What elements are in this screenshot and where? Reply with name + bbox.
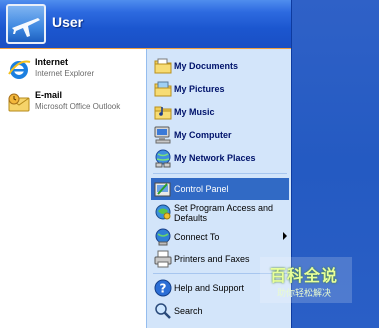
menu-item-label: Control Panel [174,184,229,194]
watermark-title: 百科全说 [270,268,339,285]
folder-pictures-icon [153,79,173,99]
airplane-icon [12,18,40,37]
pinned-programs-pane: Internet Internet Explorer E-mail Micros… [0,49,146,328]
folder-music-icon [153,102,173,122]
computer-icon [153,125,173,145]
svg-text:?: ? [160,282,167,296]
submenu-arrow-icon [283,232,287,240]
pinned-item-internet[interactable]: Internet Internet Explorer [4,55,144,85]
user-name: User [52,14,84,30]
menu-item-label: My Network Places [174,153,256,163]
pinned-item-email[interactable]: E-mail Microsoft Office Outlook [4,88,144,118]
program-access-icon [153,202,173,222]
pinned-item-title: E-mail [35,90,63,100]
connect-to-icon [153,227,173,247]
printer-icon [153,249,173,269]
internet-explorer-icon [6,57,32,83]
menu-item-search[interactable]: Search [151,300,289,322]
menu-item-my-computer[interactable]: My Computer [151,124,289,146]
pinned-item-subtitle: Microsoft Office Outlook [35,102,121,111]
menu-item-my-network-places[interactable]: My Network Places [151,147,289,169]
menu-item-my-music[interactable]: My Music [151,101,289,123]
pinned-item-title: Internet [35,57,69,67]
control-panel-icon [153,179,173,199]
menu-separator [153,173,287,174]
menu-item-label: Connect To [174,232,220,242]
menu-item-label: Search [174,306,203,316]
menu-item-my-documents[interactable]: My Documents [151,55,289,77]
menu-item-label: My Music [174,107,215,117]
watermark-subtitle: 助你轻松解决 [277,288,332,298]
menu-item-control-panel[interactable]: Control Panel [151,178,289,200]
menu-item-label: My Pictures [174,84,225,94]
network-icon [153,148,173,168]
start-menu-header: User [0,0,291,51]
menu-item-label: Set Program Access and Defaults [174,203,274,223]
start-menu: User Internet Internet Explorer E-mail M… [0,0,292,328]
help-icon: ? [153,278,173,298]
folder-documents-icon [153,56,173,76]
menu-item-set-program-access[interactable]: Set Program Access and Defaults [151,201,289,227]
menu-item-label: My Computer [174,130,232,140]
outlook-icon [6,90,32,116]
menu-item-my-pictures[interactable]: My Pictures [151,78,289,100]
menu-item-label: Printers and Faxes [174,254,250,264]
menu-item-connect-to[interactable]: Connect To [151,226,289,248]
search-icon [153,301,173,321]
menu-item-label: Help and Support [174,283,245,293]
menu-item-label: My Documents [174,61,239,71]
user-avatar[interactable] [6,4,46,44]
pinned-item-subtitle: Internet Explorer [35,69,95,78]
